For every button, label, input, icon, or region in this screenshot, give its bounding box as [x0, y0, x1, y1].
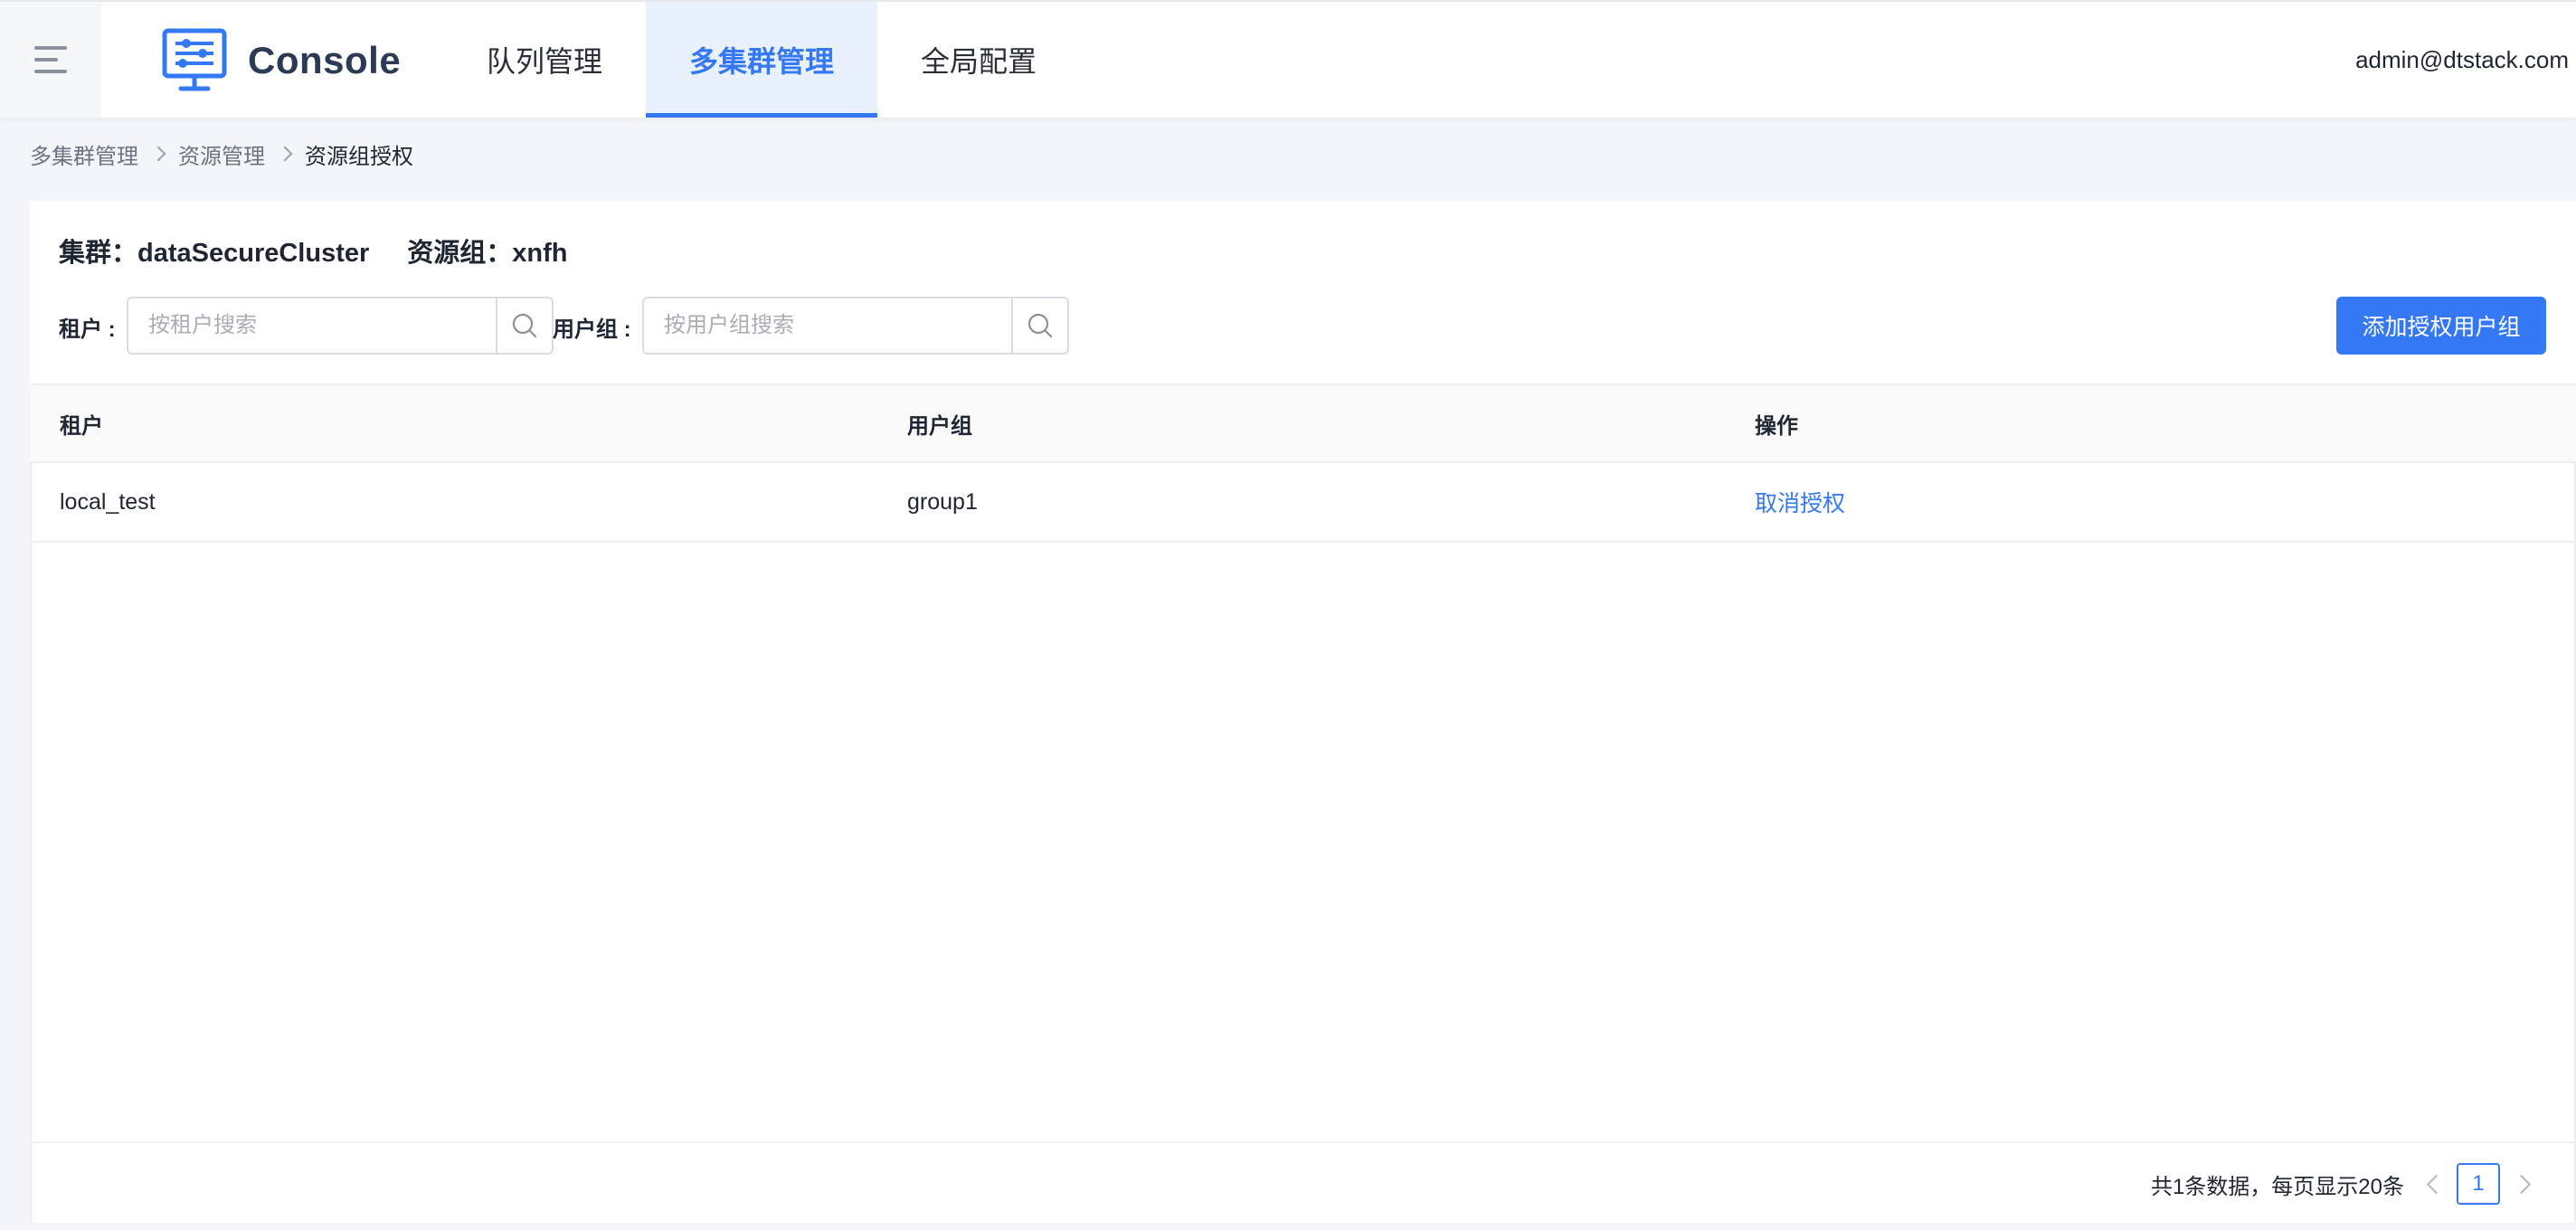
cluster-info: 集群：dataSecureCluster 资源组：xnfh: [59, 232, 606, 270]
brand[interactable]: Console: [161, 27, 401, 94]
breadcrumb-resource-group-auth: 资源组授权: [305, 144, 413, 169]
brand-name: Console: [248, 39, 402, 81]
cell-action: 取消授权: [1725, 486, 2576, 518]
pagination-summary: 共1条数据，每页显示20条: [2150, 1174, 2404, 1199]
cell-user-group: group1: [907, 488, 978, 515]
table-row: local_test group1 取消授权: [30, 463, 2576, 543]
search-icon: [512, 313, 537, 338]
pagination-page-current[interactable]: 1: [2457, 1163, 2500, 1205]
tenant-search-button[interactable]: [496, 298, 552, 353]
group-search-input[interactable]: [644, 298, 1011, 353]
tenant-filter-label: 租户 :: [59, 317, 116, 342]
breadcrumb-multi-cluster[interactable]: 多集群管理: [30, 138, 138, 170]
column-header-action: 操作: [1755, 413, 1798, 439]
chevron-left-icon[interactable]: [2417, 1163, 2449, 1205]
table-header: 租户 用户组 操作: [30, 383, 2576, 463]
top-header: Console 队列管理 多集群管理 全局配置 admin@dtstack.co…: [0, 0, 2576, 118]
main-nav: 队列管理 多集群管理 全局配置: [443, 2, 1080, 118]
revoke-authorization-link[interactable]: 取消授权: [1755, 491, 1845, 516]
main-card: 集群：dataSecureCluster 资源组：xnfh 租户 : 用户组 :…: [30, 201, 2576, 1223]
nav-tab-global-config[interactable]: 全局配置: [877, 2, 1080, 118]
hamburger-icon: [34, 46, 67, 73]
menu-toggle-button[interactable]: [0, 2, 101, 118]
tenant-search-box: [127, 297, 554, 355]
chevron-right-icon: [272, 141, 298, 166]
column-header-tenant: 租户: [60, 413, 103, 439]
add-authorized-group-button[interactable]: 添加授权用户组: [2336, 297, 2546, 355]
tenant-search-input[interactable]: [128, 298, 496, 353]
user-account[interactable]: admin@dtstack.com: [2355, 2, 2569, 118]
search-icon: [1028, 313, 1053, 338]
breadcrumb: 多集群管理 资源管理 资源组授权: [30, 137, 413, 170]
chevron-right-icon[interactable]: [2507, 1163, 2540, 1205]
table-footer: 共1条数据，每页显示20条 1: [30, 1141, 2576, 1223]
console-monitor-icon: [162, 28, 227, 91]
authorization-table: 租户 用户组 操作 local_test group1 取消授权: [30, 383, 2576, 543]
nav-tab-queue-management[interactable]: 队列管理: [443, 2, 646, 118]
nav-tab-multi-cluster-management[interactable]: 多集群管理: [646, 2, 878, 118]
cluster-name: 集群：dataSecureCluster: [59, 239, 370, 268]
group-search-box: [642, 297, 1069, 355]
group-filter-label: 用户组 :: [553, 317, 631, 342]
pagination: 共1条数据，每页显示20条 1: [2151, 1163, 2540, 1205]
resource-group-name: 资源组：xnfh: [407, 239, 568, 268]
column-header-user-group: 用户组: [907, 413, 972, 439]
breadcrumb-resource-management[interactable]: 资源管理: [178, 138, 265, 170]
cell-tenant: local_test: [60, 488, 156, 515]
group-search-button[interactable]: [1011, 298, 1067, 353]
chevron-right-icon: [146, 141, 171, 166]
